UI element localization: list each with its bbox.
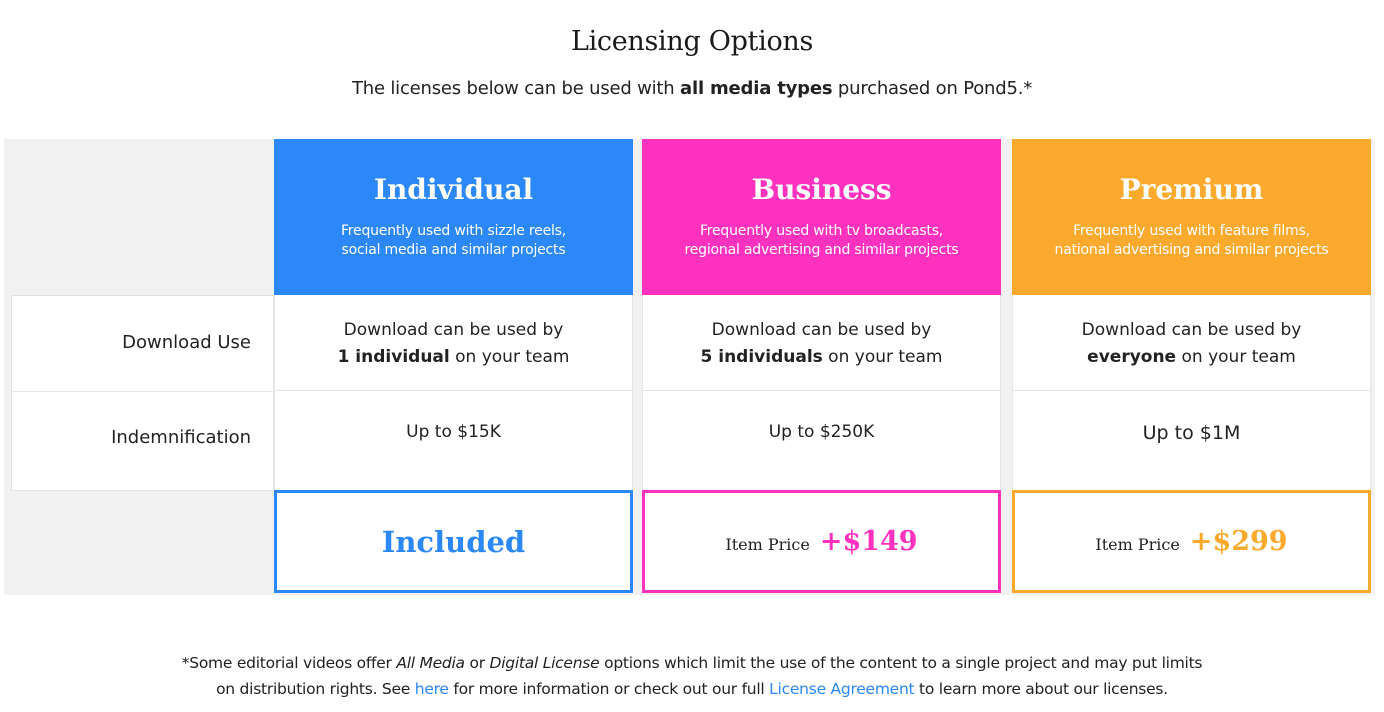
plan-description: Frequently used with sizzle reels, socia… xyxy=(274,222,633,260)
download-use-cell: Download can be used by 5 individuals on… xyxy=(643,317,1000,371)
footnote-text: on distribution rights. See xyxy=(216,680,415,698)
plan-description: Frequently used with feature films, nati… xyxy=(1012,222,1371,260)
price-box-business[interactable]: Item Price +$149 xyxy=(642,490,1001,593)
row-divider xyxy=(275,390,632,391)
footnote-text: for more information or check out our fu… xyxy=(448,680,770,698)
footnote-line-1: *Some editorial videos offer All Media o… xyxy=(0,650,1384,676)
download-use-cell: Download can be used by everyone on your… xyxy=(1013,317,1370,371)
here-link[interactable]: here xyxy=(415,680,449,698)
download-use-text: Download can be used by xyxy=(343,320,564,340)
plan-column-premium: Premium Frequently used with feature fil… xyxy=(1012,139,1371,595)
price-box-individual[interactable]: Included xyxy=(274,490,633,593)
download-use-suffix: on your team xyxy=(822,347,943,367)
footnote-italic: Digital License xyxy=(489,654,600,672)
plan-name: Business xyxy=(751,173,892,206)
plan-description: Frequently used with tv broadcasts, regi… xyxy=(642,222,1001,260)
subtitle-text: The licenses below can be used with xyxy=(351,78,681,99)
plan-description-line: regional advertising and similar project… xyxy=(684,242,959,258)
footnote-text: to learn more about our licenses. xyxy=(914,680,1168,698)
plan-description-line: Frequently used with tv broadcasts, xyxy=(699,223,944,239)
download-use-text: Download can be used by xyxy=(1081,320,1302,340)
price-included: Included xyxy=(381,524,526,559)
row-label-indemnification: Indemnification xyxy=(111,427,251,448)
page-subtitle: The licenses below can be used with all … xyxy=(0,78,1384,99)
plan-body: Download can be used by 1 individual on … xyxy=(274,295,633,491)
price-amount: +$149 xyxy=(819,526,918,557)
page-title: Licensing Options xyxy=(570,26,814,57)
download-use-text: Download can be used by xyxy=(711,320,932,340)
subtitle-text-end: purchased on Pond5.* xyxy=(832,78,1033,99)
plan-header-business: Business Frequently used with tv broadca… xyxy=(642,139,1001,295)
row-labels-column: Download Use Indemnification xyxy=(11,295,274,491)
plan-header-premium: Premium Frequently used with feature fil… xyxy=(1012,139,1371,295)
license-agreement-link[interactable]: License Agreement xyxy=(769,680,914,698)
download-use-count: 1 individual xyxy=(337,347,450,367)
footnote-text: *Some editorial videos offer xyxy=(181,654,397,672)
row-label-download-use: Download Use xyxy=(122,332,251,353)
price-box-premium[interactable]: Item Price +$299 xyxy=(1012,490,1371,593)
download-use-suffix: on your team xyxy=(449,347,570,367)
footnote-text: or xyxy=(464,654,490,672)
item-price-label: Item Price xyxy=(1095,535,1180,554)
indemnification-cell: Up to $15K xyxy=(406,422,501,442)
download-use-cell: Download can be used by 1 individual on … xyxy=(275,317,632,371)
plan-column-individual: Individual Frequently used with sizzle r… xyxy=(274,139,633,595)
plan-body: Download can be used by 5 individuals on… xyxy=(642,295,1001,491)
plan-column-business: Business Frequently used with tv broadca… xyxy=(642,139,1001,595)
plan-name: Individual xyxy=(373,173,534,206)
download-use-suffix: on your team xyxy=(1176,347,1296,367)
download-use-count: 5 individuals xyxy=(700,347,823,367)
download-use-detail: 1 individual on your team xyxy=(275,344,632,371)
footnote-text: options which limit the use of the conte… xyxy=(599,654,1203,672)
footnote-italic: All Media xyxy=(396,654,465,672)
indemnification-cell: Up to $1M xyxy=(1142,422,1241,444)
plan-description-line: Frequently used with sizzle reels, xyxy=(340,223,567,239)
indemnification-cell: Up to $250K xyxy=(768,422,875,442)
row-divider xyxy=(643,390,1000,391)
plan-header-individual: Individual Frequently used with sizzle r… xyxy=(274,139,633,295)
download-use-detail: 5 individuals on your team xyxy=(643,344,1000,371)
download-use-detail: everyone on your team xyxy=(1013,344,1370,371)
plan-description-line: Frequently used with feature films, xyxy=(1073,223,1310,239)
plan-description-line: social media and similar projects xyxy=(341,242,566,258)
download-use-count: everyone xyxy=(1087,347,1177,367)
subtitle-emphasis: all media types xyxy=(680,78,833,99)
row-divider xyxy=(12,391,273,392)
plan-name: Premium xyxy=(1119,173,1264,206)
item-price-label: Item Price xyxy=(725,535,810,554)
footnote: *Some editorial videos offer All Media o… xyxy=(0,650,1384,702)
row-divider xyxy=(1013,390,1370,391)
price-amount: +$299 xyxy=(1189,526,1288,557)
plan-body: Download can be used by everyone on your… xyxy=(1012,295,1371,491)
footnote-line-2: on distribution rights. See here for mor… xyxy=(0,676,1384,702)
plan-description-line: national advertising and similar project… xyxy=(1054,242,1329,258)
